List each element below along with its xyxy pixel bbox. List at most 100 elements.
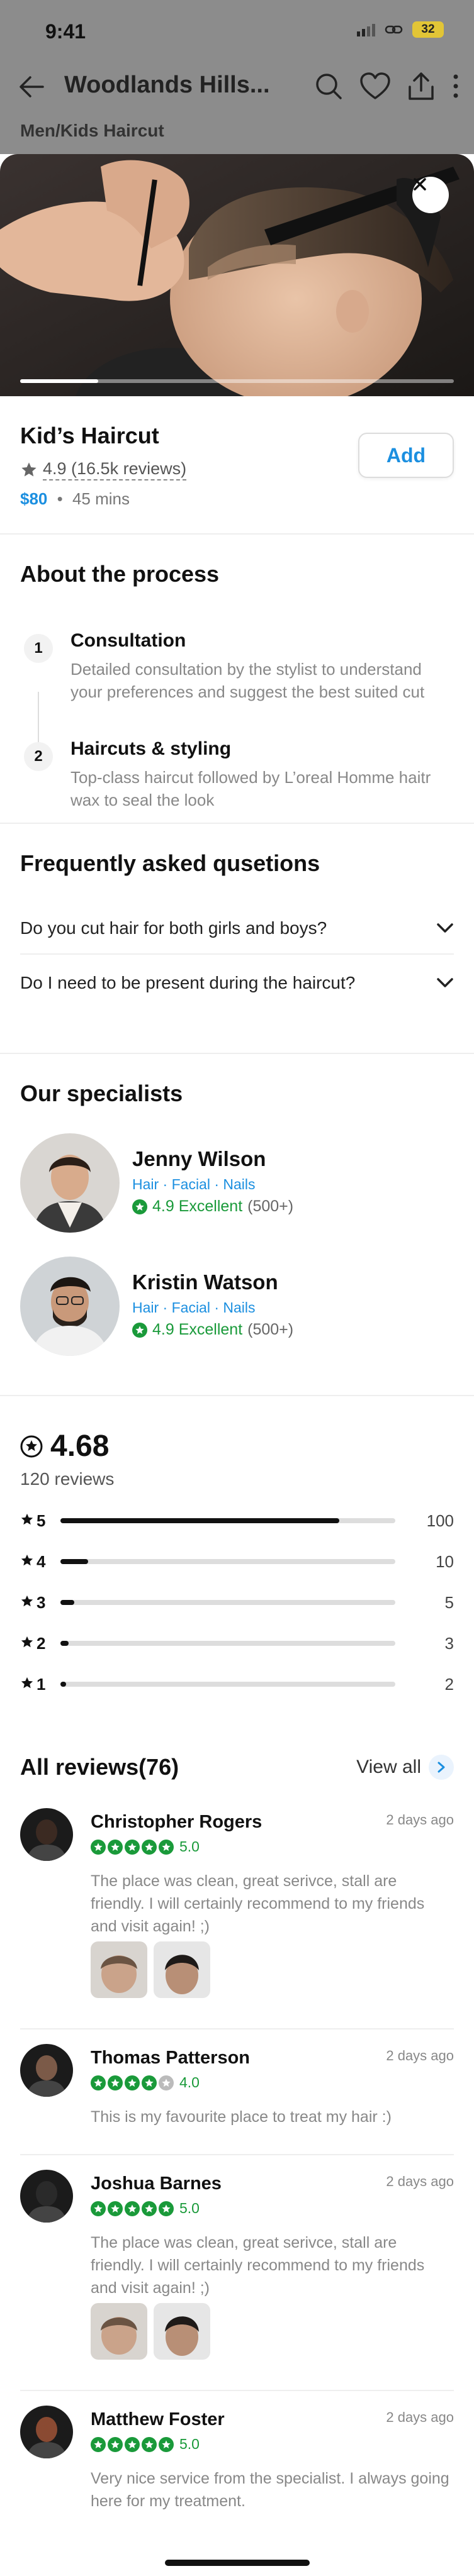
avatar[interactable]	[20, 2044, 73, 2097]
review-stars: 5.0	[91, 2200, 200, 2217]
review-stars: 4.0	[91, 2074, 200, 2091]
faq-item[interactable]: Do you cut hair for both girls and boys?	[20, 903, 454, 955]
review-photos	[91, 2303, 210, 2360]
star-badge-icon	[132, 1199, 147, 1214]
star-icon	[20, 1552, 34, 1572]
view-all-label: View all	[356, 1757, 421, 1777]
review-date: 2 days ago	[386, 2409, 454, 2425]
faq-item[interactable]: Do I need to be present during the hairc…	[20, 957, 454, 1009]
rating-bar-count: 2	[444, 1674, 454, 1694]
rating-bar-count: 5	[444, 1592, 454, 1612]
rating-summary: 4.68 120 reviews 5 100 4 10 3 5 2 3 1 2	[0, 1396, 474, 1723]
step-title: Consultation	[71, 630, 186, 651]
specialist-tags: Hair · Facial · Nails	[132, 1176, 256, 1192]
reviewer-name[interactable]: Matthew Foster	[91, 2409, 225, 2430]
add-button[interactable]: Add	[358, 433, 454, 478]
star-badge-icon	[125, 1839, 140, 1855]
step-description: Top-class haircut followed by L’oreal Ho…	[71, 768, 431, 809]
close-button[interactable]	[412, 177, 449, 213]
star-badge-icon	[142, 2201, 157, 2216]
avatar[interactable]	[20, 2170, 73, 2223]
star-badge-icon	[142, 2436, 157, 2452]
rating-bar-label: 1	[20, 1675, 60, 1694]
review-score: 4.0	[179, 2074, 200, 2090]
service-rating[interactable]: 4.9 (16.5k reviews)	[20, 459, 187, 480]
star-badge-icon	[108, 2201, 123, 2216]
step-number: 1	[24, 634, 53, 663]
review-photos	[91, 1941, 210, 1998]
review-stars: 5.0	[91, 2436, 200, 2453]
step-description: Detailed consultation by the stylist to …	[71, 660, 425, 701]
review-date: 2 days ago	[386, 2174, 454, 2189]
status-bar: 9:41 32	[0, 0, 474, 63]
star-badge-icon	[142, 2075, 157, 2090]
star-badge-icon	[125, 2436, 140, 2452]
specialist-card[interactable]: Kristin Watson Hair · Facial · Nails 4.9…	[20, 1257, 461, 1357]
rating-bar-row: 23	[20, 1631, 454, 1656]
rating-bar-row: 12	[20, 1672, 454, 1697]
rating-bar-label: 5	[20, 1511, 60, 1531]
star-badge-icon	[159, 1839, 174, 1855]
review-text: This is my favourite place to treat my h…	[91, 2108, 392, 2126]
reviewer-name[interactable]: Christopher Rogers	[91, 1812, 262, 1833]
gallery-progress-fill	[20, 379, 99, 383]
more-icon[interactable]	[451, 72, 460, 101]
star-icon	[20, 1675, 34, 1694]
review-photo[interactable]	[154, 1941, 210, 1998]
view-all-link[interactable]: View all	[356, 1755, 454, 1780]
avatar	[20, 1257, 120, 1356]
rating-bar-fill	[60, 1600, 75, 1605]
reviewer-name[interactable]: Joshua Barnes	[91, 2174, 222, 2194]
rating-bar-fill	[60, 1518, 340, 1523]
specialist-rating-text: 4.9 Excellent	[152, 1321, 243, 1338]
close-icon	[414, 178, 426, 191]
reviews-title: All reviews(76)	[20, 1754, 179, 1780]
link-icon	[385, 25, 403, 34]
star-icon	[20, 1634, 34, 1653]
avatar	[20, 1133, 120, 1233]
chevron-right-icon	[429, 1755, 454, 1780]
faq-question: Do I need to be present during the hairc…	[20, 973, 356, 992]
divider	[20, 2028, 454, 2029]
faq-question: Do you cut hair for both girls and boys?	[20, 918, 327, 938]
search-icon[interactable]	[314, 72, 343, 101]
star-badge-icon	[108, 1839, 123, 1855]
nav-actions	[314, 72, 460, 101]
review-text: The place was clean, great serivce, stal…	[91, 1872, 425, 1935]
service-duration: 45 mins	[72, 489, 130, 508]
heart-icon[interactable]	[359, 72, 391, 101]
rating-bar-fill	[60, 1559, 89, 1564]
review-text: The place was clean, great serivce, stal…	[91, 2234, 425, 2297]
review-photo[interactable]	[91, 2303, 147, 2360]
service-rating-text: 4.9 (16.5k reviews)	[43, 459, 187, 480]
review-stars: 5.0	[91, 1838, 200, 1855]
service-summary: Kid’s Haircut 4.9 (16.5k reviews) $80 • …	[0, 396, 474, 535]
review-score: 5.0	[179, 1838, 200, 1855]
faq-section: Frequently asked qusetions Do you cut ha…	[0, 824, 474, 1054]
avatar[interactable]	[20, 1808, 73, 1861]
rating-bar-track	[60, 1641, 395, 1646]
review-photo[interactable]	[154, 2303, 210, 2360]
review-photo[interactable]	[91, 1941, 147, 1998]
reviewer-name[interactable]: Thomas Patterson	[91, 2048, 250, 2068]
step-title: Haircuts & styling	[71, 738, 232, 759]
rating-bar-row: 35	[20, 1590, 454, 1615]
avatar[interactable]	[20, 2406, 73, 2458]
rating-bar-track	[60, 1682, 395, 1687]
rating-bar-count: 3	[444, 1633, 454, 1653]
share-icon[interactable]	[407, 72, 435, 101]
star-badge-icon	[159, 2201, 174, 2216]
status-icons: 32	[357, 21, 444, 38]
rating-bar-fill	[60, 1682, 66, 1687]
back-arrow-icon[interactable]	[18, 73, 45, 101]
specialist-card[interactable]: Jenny Wilson Hair · Facial · Nails 4.9 E…	[20, 1133, 461, 1234]
star-badge-icon	[108, 2075, 123, 2090]
rating-bar-track	[60, 1600, 395, 1605]
rating-bar-label: 4	[20, 1552, 60, 1572]
star-badge-icon	[108, 2436, 123, 2452]
star-circle-icon	[20, 1435, 43, 1457]
rating-bar-row: 4 10	[20, 1549, 454, 1574]
status-time: 9:41	[45, 20, 86, 43]
rating-bar-star: 2	[37, 1633, 46, 1653]
divider	[20, 2390, 454, 2391]
